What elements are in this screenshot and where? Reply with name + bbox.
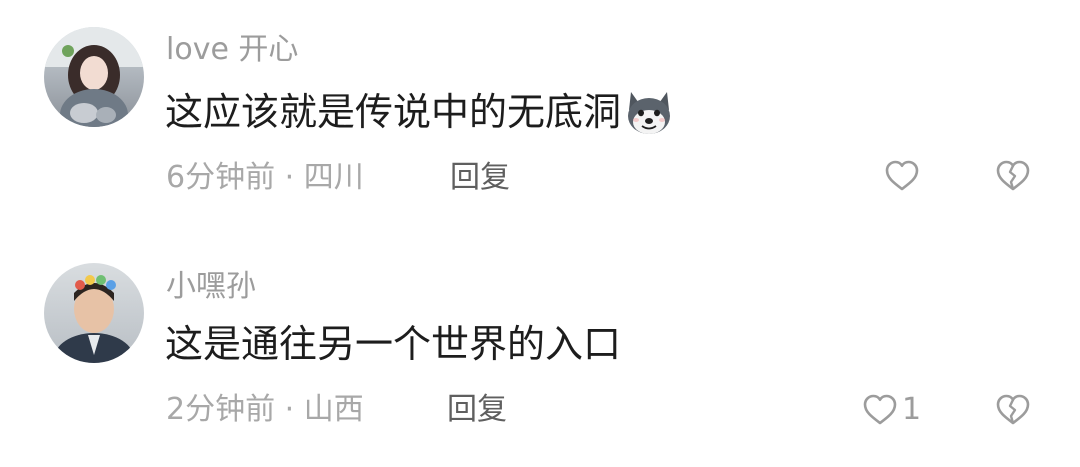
heart-outline-icon [885,160,919,191]
like-button[interactable]: 1 [862,392,921,428]
husky-dog-emoji-icon [628,92,671,134]
reply-button[interactable]: 回复 [447,392,507,428]
comment-text: 这是通往另一个世界的入口 [165,322,622,366]
comment-item: love 开心 这应该就是传说中的无底洞 6分钟前 · 四川 回复 [0,0,1080,230]
dislike-button[interactable] [995,158,1031,198]
like-button[interactable] [884,158,924,194]
comment-text: 这应该就是传说中的无底洞 [165,86,675,138]
username[interactable]: 小嘿孙 [166,269,256,305]
avatar-girl-image [44,27,144,127]
comment-meta: 2分钟前 · 山西 [166,392,364,427]
dislike-button[interactable] [995,392,1031,432]
avatar-man-image [44,263,144,363]
like-count: 1 [902,392,922,427]
user-avatar[interactable] [44,263,144,363]
comment-item: 小嘿孙 这是通往另一个世界的入口 2分钟前 · 山西 回复 1 [0,236,1080,467]
user-avatar[interactable] [44,27,144,127]
reply-button[interactable]: 回复 [450,160,510,196]
comment-meta: 6分钟前 · 四川 [166,160,364,195]
broken-heart-icon [996,160,1030,191]
username[interactable]: love 开心 [166,32,298,68]
heart-outline-icon [863,394,897,425]
comment-text-content: 这应该就是传说中的无底洞 [165,90,622,134]
broken-heart-icon [996,394,1030,425]
